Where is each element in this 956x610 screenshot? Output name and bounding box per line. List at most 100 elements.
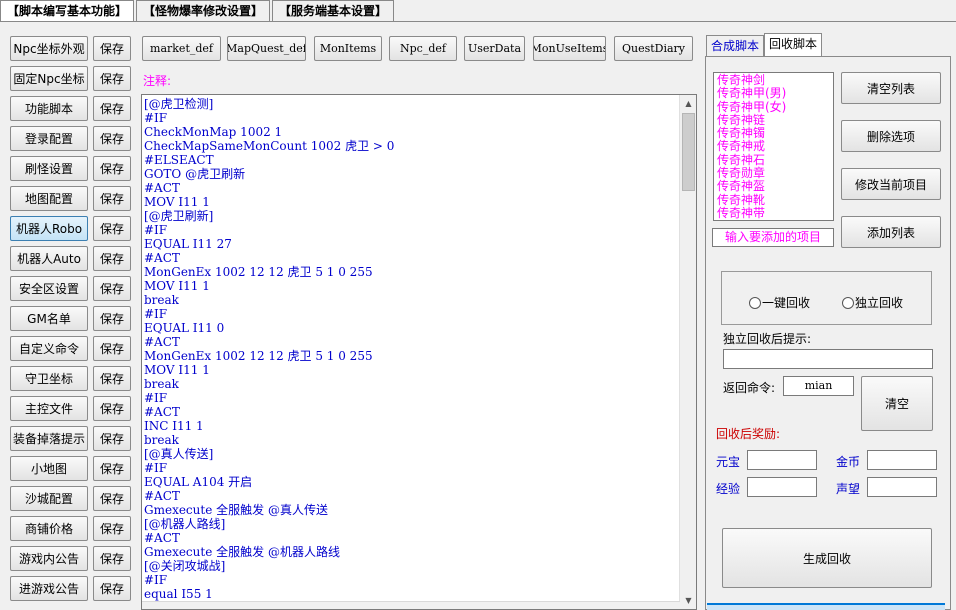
save-button[interactable]: 保存 [93, 516, 131, 541]
exp-label: 经验 [716, 482, 741, 496]
list-item[interactable]: 传奇神带 [717, 206, 833, 220]
left-row: 装备掉落提示 保存 [10, 426, 132, 456]
save-button[interactable]: 保存 [93, 486, 131, 511]
return-command-input[interactable]: mian [783, 376, 854, 396]
exp-input[interactable] [747, 477, 817, 497]
left-row: 登录配置 保存 [10, 126, 132, 156]
save-button[interactable]: 保存 [93, 576, 131, 601]
left-row: 功能脚本 保存 [10, 96, 132, 126]
monitems-button[interactable]: MonItems [314, 36, 382, 61]
prestige-input[interactable] [867, 477, 937, 497]
userdata-button[interactable]: UserData [464, 36, 525, 61]
add-item-input[interactable]: 输入要添加的项目 [712, 228, 834, 247]
left-row: 小地图 保存 [10, 456, 132, 486]
list-item[interactable]: 传奇神甲(男) [717, 86, 833, 100]
main-control-file-button[interactable]: 主控文件 [10, 396, 88, 421]
save-button[interactable]: 保存 [93, 156, 131, 181]
add-list-button[interactable]: 添加列表 [841, 216, 941, 248]
minimap-button[interactable]: 小地图 [10, 456, 88, 481]
script-code[interactable]: [@虎卫检测] #IF CheckMonMap 1002 1 CheckMapS… [144, 97, 680, 601]
save-button[interactable]: 保存 [93, 246, 131, 271]
function-script-button[interactable]: 功能脚本 [10, 96, 88, 121]
enter-game-notice-button[interactable]: 进游戏公告 [10, 576, 88, 601]
list-item[interactable]: 传奇神盔 [717, 180, 833, 194]
save-button[interactable]: 保存 [93, 96, 131, 121]
tab-divider [0, 21, 956, 22]
modify-item-button[interactable]: 修改当前项目 [841, 168, 941, 200]
list-item[interactable]: 传奇神戒 [717, 140, 833, 154]
independent-hint-input[interactable] [723, 349, 933, 369]
gm-list-button[interactable]: GM名单 [10, 306, 88, 331]
save-button[interactable]: 保存 [93, 546, 131, 571]
return-command-label: 返回命令: [723, 381, 776, 395]
robot-robo-button[interactable]: 机器人Robo [10, 216, 88, 241]
save-button[interactable]: 保存 [93, 126, 131, 151]
generate-recycle-button[interactable]: 生成回收 [722, 528, 932, 588]
independent-hint-label: 独立回收后提示: [723, 332, 812, 346]
save-button[interactable]: 保存 [93, 336, 131, 361]
safe-zone-button[interactable]: 安全区设置 [10, 276, 88, 301]
left-row: 主控文件 保存 [10, 396, 132, 426]
save-button[interactable]: 保存 [93, 66, 131, 91]
castle-config-button[interactable]: 沙城配置 [10, 486, 88, 511]
clear-button[interactable]: 清空 [861, 376, 933, 431]
radio-circle-icon [842, 296, 854, 309]
clear-list-button[interactable]: 清空列表 [841, 72, 941, 104]
tab-server-basic[interactable]: 【服务端基本设置】 [272, 0, 395, 21]
left-row: 商铺价格 保存 [10, 516, 132, 546]
scroll-thumb[interactable] [682, 113, 695, 191]
questdiary-button[interactable]: QuestDiary [614, 36, 693, 61]
save-button[interactable]: 保存 [93, 276, 131, 301]
bottom-strip [707, 603, 945, 610]
delete-option-button[interactable]: 删除选项 [841, 120, 941, 152]
script-editor[interactable]: [@虎卫检测] #IF CheckMonMap 1002 1 CheckMapS… [141, 94, 697, 610]
editor-vertical-scrollbar[interactable]: ▲ ▼ [679, 95, 696, 609]
custom-command-button[interactable]: 自定义命令 [10, 336, 88, 361]
npc-appearance-button[interactable]: Npc坐标外观 [10, 36, 88, 61]
shop-price-button[interactable]: 商铺价格 [10, 516, 88, 541]
guard-coords-button[interactable]: 守卫坐标 [10, 366, 88, 391]
prestige-label: 声望 [836, 482, 861, 496]
item-listbox[interactable]: 传奇神剑 传奇神甲(男) 传奇神甲(女) 传奇神链 传奇神镯 传奇神戒 传奇神石… [713, 72, 834, 221]
save-button[interactable]: 保存 [93, 216, 131, 241]
gold-input[interactable] [867, 450, 937, 470]
save-button[interactable]: 保存 [93, 456, 131, 481]
list-item[interactable]: 传奇神甲(女) [717, 100, 833, 114]
left-button-column: Npc坐标外观 保存 固定Npc坐标 保存 功能脚本 保存 登录配置 保存 刷怪设置 保存… [10, 36, 132, 606]
save-button[interactable]: 保存 [93, 426, 131, 451]
left-row: 刷怪设置 保存 [10, 156, 132, 186]
yuanbao-input[interactable] [747, 450, 817, 470]
tab-monster-drop[interactable]: 【怪物爆率修改设置】 [136, 0, 271, 21]
fixed-npc-button[interactable]: 固定Npc坐标 [10, 66, 88, 91]
editor-horizontal-scrollbar[interactable] [142, 601, 680, 609]
ingame-notice-button[interactable]: 游戏内公告 [10, 546, 88, 571]
left-row: 机器人Robo 保存 [10, 216, 132, 246]
scroll-up-icon[interactable]: ▲ [680, 95, 696, 112]
save-button[interactable]: 保存 [93, 186, 131, 211]
tab-recycle-script[interactable]: 回收脚本 [764, 33, 823, 56]
monster-spawn-button[interactable]: 刷怪设置 [10, 156, 88, 181]
independent-recycle-radio[interactable]: 独立回收 [842, 294, 903, 311]
right-tab-bar: 合成脚本 回收脚本 [706, 33, 823, 57]
monuseitems-button[interactable]: MonUseItems [533, 36, 606, 61]
tab-synthesis-script[interactable]: 合成脚本 [706, 35, 765, 56]
left-row: 机器人Auto 保存 [10, 246, 132, 276]
npc-def-button[interactable]: Npc_def [389, 36, 457, 61]
save-button[interactable]: 保存 [93, 306, 131, 331]
login-config-button[interactable]: 登录配置 [10, 126, 88, 151]
radio-label: 一键回收 [762, 296, 811, 310]
robot-auto-button[interactable]: 机器人Auto [10, 246, 88, 271]
scroll-down-icon[interactable]: ▼ [680, 592, 696, 609]
save-button[interactable]: 保存 [93, 36, 131, 61]
left-row: 守卫坐标 保存 [10, 366, 132, 396]
mapquest-def-button[interactable]: MapQuest_def [227, 36, 306, 61]
save-button[interactable]: 保存 [93, 366, 131, 391]
market-def-button[interactable]: market_def [142, 36, 221, 61]
save-button[interactable]: 保存 [93, 396, 131, 421]
map-config-button[interactable]: 地图配置 [10, 186, 88, 211]
radio-label: 独立回收 [855, 296, 904, 310]
list-item[interactable]: 传奇神靴 [717, 193, 833, 207]
drop-notice-button[interactable]: 装备掉落提示 [10, 426, 88, 451]
tab-script-basic[interactable]: 【脚本编写基本功能】 [0, 0, 135, 22]
one-key-recycle-radio[interactable]: 一键回收 [749, 294, 810, 311]
